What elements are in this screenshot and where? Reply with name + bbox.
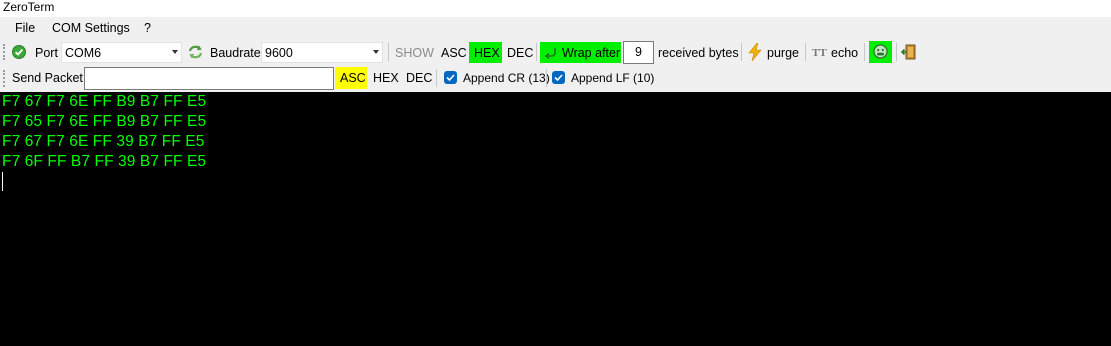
send-packet-input[interactable]: [84, 67, 334, 90]
separator: [805, 43, 806, 61]
menu-help[interactable]: ?: [142, 20, 153, 36]
append-cr-checkbox[interactable]: [444, 71, 457, 84]
show-asc-button[interactable]: ASC: [441, 45, 467, 61]
toolbar-grip[interactable]: [3, 70, 6, 87]
separator: [741, 43, 742, 61]
received-bytes-label: received bytes: [658, 46, 739, 60]
send-asc-button[interactable]: ASC: [335, 67, 367, 89]
send-dec-button[interactable]: DEC: [406, 70, 432, 86]
text-caret: [2, 172, 3, 191]
refresh-icon[interactable]: [187, 44, 204, 60]
title-bar: ZeroTerm: [0, 0, 1111, 17]
append-cr-label: Append CR (13): [463, 71, 550, 85]
port-select[interactable]: COM6: [61, 42, 182, 63]
send-toolbar: Send Packet: ASC HEX DEC Append CR (13) …: [0, 65, 1111, 92]
terminal-line: F7 67 F7 6E FF B9 B7 FF E5: [2, 93, 207, 110]
chevron-down-icon: [373, 50, 379, 54]
separator: [436, 69, 437, 87]
echo-button[interactable]: echo: [831, 45, 858, 61]
toolbar-grip[interactable]: [3, 44, 6, 60]
check-circle-icon[interactable]: [12, 45, 26, 59]
baudrate-select[interactable]: 9600: [261, 42, 383, 63]
port-select-value: COM6: [65, 46, 102, 60]
wrap-after-button[interactable]: Wrap after: [540, 42, 621, 63]
terminal-output[interactable]: F7 67 F7 6E FF B9 B7 FF E5 F7 65 F7 6E F…: [0, 92, 1111, 346]
show-label: SHOW: [395, 46, 434, 60]
show-hex-label: HEX: [474, 46, 500, 60]
face-icon: [873, 44, 888, 59]
menu-bar: File COM Settings ?: [0, 17, 1111, 39]
lightning-icon[interactable]: [747, 42, 763, 62]
terminal-line: F7 6F FF B7 FF 39 B7 FF E5: [2, 153, 207, 170]
terminal-line: F7 67 F7 6E FF 39 B7 FF E5: [2, 133, 205, 150]
exit-door-icon[interactable]: [900, 44, 917, 60]
purge-button[interactable]: purge: [767, 45, 799, 61]
menu-file[interactable]: File: [13, 20, 37, 36]
port-label: Port: [35, 46, 58, 60]
append-lf-label: Append LF (10): [571, 71, 655, 85]
wrap-count-value: 9: [635, 45, 642, 59]
terminal-line: F7 65 F7 6E FF B9 B7 FF E5: [2, 113, 207, 130]
append-lf-checkbox[interactable]: [552, 71, 565, 84]
logger-button[interactable]: [869, 41, 892, 63]
baudrate-select-value: 9600: [265, 46, 293, 60]
separator: [864, 43, 865, 61]
main-toolbar: Port COM6 Baudrate 9600 SHOW ASC HEX DEC…: [0, 39, 1111, 65]
tt-icon: TT: [812, 47, 827, 59]
baudrate-label: Baudrate: [210, 46, 261, 60]
separator: [896, 43, 897, 61]
show-dec-button[interactable]: DEC: [507, 45, 533, 61]
separator: [388, 43, 389, 61]
wrap-after-label: Wrap after: [562, 46, 621, 60]
window-title: ZeroTerm: [3, 0, 55, 14]
show-hex-button[interactable]: HEX: [469, 42, 502, 63]
wrap-count-input[interactable]: 9: [623, 41, 654, 64]
separator: [536, 43, 537, 61]
send-asc-label: ASC: [340, 71, 366, 85]
separator: [546, 69, 547, 87]
send-hex-button[interactable]: HEX: [373, 70, 399, 86]
send-packet-label: Send Packet:: [12, 71, 87, 85]
menu-com-settings[interactable]: COM Settings: [50, 20, 132, 36]
wrap-icon: [544, 46, 557, 60]
chevron-down-icon: [172, 50, 178, 54]
